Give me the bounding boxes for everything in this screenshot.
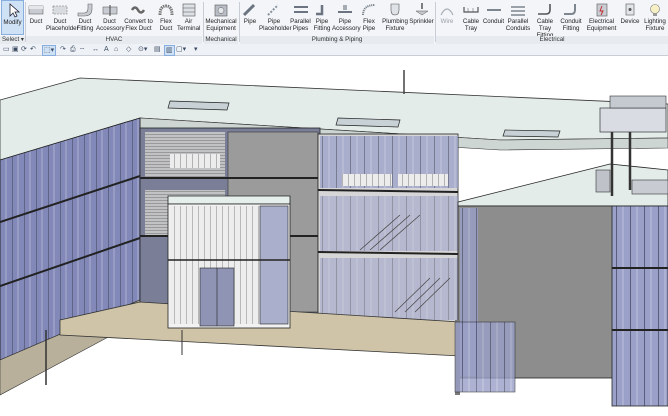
flex-pipe-button[interactable]: Flex Pipe [358,0,380,35]
pipe-button[interactable]: Pipe [241,0,259,35]
lighting-fixture-button[interactable]: Lighting Fixture [642,0,668,35]
print-icon[interactable]: ⎙ [70,45,76,54]
convert-to-flex-duct-button[interactable]: Convert to Flex Duct [123,0,154,35]
parallel-pipes-button[interactable]: Parallel Pipes [289,0,312,35]
air-terminal-icon [180,2,198,17]
cable-tray-button[interactable]: Cable Tray [460,0,482,35]
cable-tray-fitting-icon [536,2,554,17]
pipe-fitting-icon [313,2,331,17]
parallel-conduits-icon [509,2,527,17]
thin-lines-icon[interactable]: ⊙▾ [138,45,147,54]
dimension-icon[interactable]: ↔ [92,45,99,54]
ribbon: Modify Duct Duct Placeholder Duct Fittin… [0,0,668,51]
sprinkler-button[interactable]: Sprinkler [409,0,434,35]
customize-qat-icon[interactable]: ▾ [194,45,198,54]
close-hidden-icon[interactable]: ▤ [154,45,161,54]
quick-access-toolbar: ▭ ▣ ⟳ ↶ ⬚▾ ↷ ⎙ ┄ ↔ A ⌂ ◇ ⊙▾ ▤ ▥ ▢▾ ▾ [0,44,668,56]
select-mode-icon[interactable]: ⬚▾ [42,45,57,56]
pipe-placeholder-icon [265,2,283,17]
flex-duct-icon [157,2,175,17]
redo-icon[interactable]: ↷ [60,45,66,54]
cable-tray-icon [462,2,480,17]
duct-placeholder-icon [51,2,69,17]
wire-button[interactable]: Wire [437,0,457,35]
device-icon [621,2,639,17]
electrical-equipment-icon [593,2,611,17]
duct-placeholder-button[interactable]: Duct Placeholder [46,0,79,35]
tag-icon[interactable]: A [104,45,109,54]
window-icon[interactable]: ▢▾ [176,45,186,54]
section-icon[interactable]: ◇ [126,45,131,54]
parallel-pipes-icon [292,2,310,17]
conduit-fitting-icon [562,2,580,17]
pipe-fitting-button[interactable]: Pipe Fitting [312,0,332,35]
duct-button[interactable]: Duct [26,0,46,35]
flex-duct-button[interactable]: Flex Duct [155,0,177,35]
modify-button[interactable]: Modify [1,0,24,35]
sprinkler-icon [413,2,431,17]
wire-icon [438,2,456,17]
cable-tray-fitting-button[interactable]: Cable Tray Fitting [531,0,559,39]
conduit-fitting-button[interactable]: Conduit Fitting [559,0,583,35]
switch-windows-icon[interactable]: ▥ [164,45,175,56]
select-panel-label[interactable]: Select ▾ [0,36,25,44]
hvac-panel-label[interactable]: HVAC [26,36,202,44]
electrical-equipment-button[interactable]: Electrical Equipment [586,0,617,35]
sync-icon[interactable]: ⟳ [21,45,27,54]
save-icon[interactable]: ▣ [12,45,19,54]
pipe-icon [241,2,259,17]
cursor-icon [4,3,22,18]
plumbing-fixture-icon [386,2,404,17]
duct-icon [27,2,45,17]
open-icon[interactable]: ▭ [3,45,10,54]
parallel-conduits-button[interactable]: Parallel Conduits [505,0,531,35]
building-model [0,70,668,407]
mechanical-panel-label[interactable]: Mechanical ▾ [204,36,238,51]
duct-accessory-icon [101,2,119,17]
convert-flex-duct-icon [130,2,148,17]
plumbing-fixture-button[interactable]: Plumbing Fixture [381,0,409,35]
pipe-accessory-icon [336,2,354,17]
conduit-button[interactable]: Conduit [482,0,505,35]
pipe-accessory-button[interactable]: Pipe Accessory [332,0,361,35]
lighting-fixture-icon [646,2,664,17]
duct-fitting-icon [76,2,94,17]
device-button[interactable]: Device [619,0,641,35]
air-terminal-button[interactable]: Air Terminal [177,0,200,35]
electrical-panel-label[interactable]: Electrical [436,36,668,44]
3d-view-icon[interactable]: ⌂ [114,45,118,54]
duct-fitting-button[interactable]: Duct Fitting [74,0,96,35]
mechanical-equipment-button[interactable]: Mechanical Equipment [205,0,237,35]
measure-icon[interactable]: ┄ [80,45,84,54]
flex-pipe-icon [360,2,378,17]
3d-model-viewport[interactable] [0,56,668,416]
pipe-placeholder-button[interactable]: Pipe Placeholder [259,0,292,35]
mechanical-equipment-icon [212,2,230,17]
conduit-icon [485,2,503,17]
plumbing-panel-label[interactable]: Plumbing & Piping [240,36,434,44]
undo-icon[interactable]: ↶ [30,45,36,54]
duct-accessory-button[interactable]: Duct Accessory [96,0,125,35]
